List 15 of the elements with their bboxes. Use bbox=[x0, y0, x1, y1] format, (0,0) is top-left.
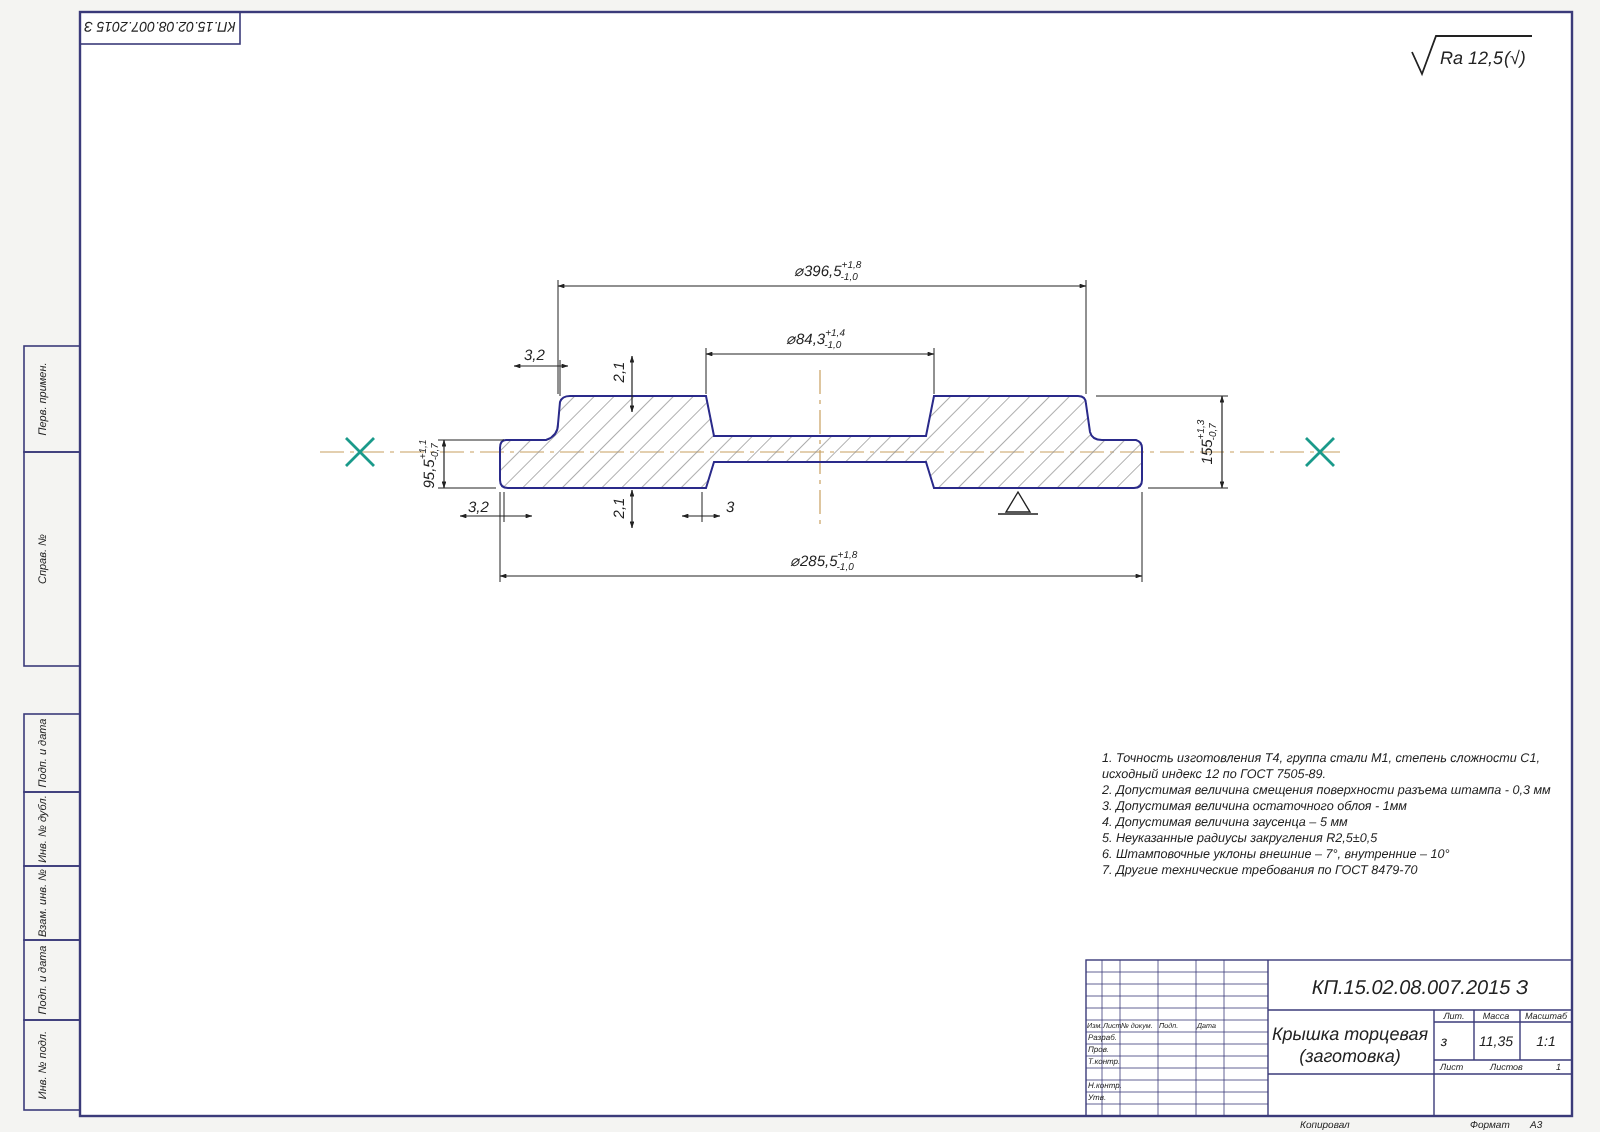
side-strip-cell bbox=[23, 865, 81, 941]
datum-triangle-icon bbox=[997, 491, 1039, 515]
side-strip-cell bbox=[23, 345, 81, 453]
cross-mark-icon bbox=[344, 436, 376, 468]
side-strip-cell bbox=[23, 939, 81, 1021]
drawing-title: Крышка торцевая bbox=[1271, 1024, 1429, 1044]
drawing-subtitle: (заготовка) bbox=[1299, 1046, 1401, 1066]
side-strip-cell bbox=[23, 791, 81, 867]
cross-mark-icon bbox=[1304, 436, 1336, 468]
side-strip-cell bbox=[23, 713, 81, 793]
roughness-label: Ra 12,5 bbox=[1440, 48, 1504, 68]
document-code: КП.15.02.08.007.2015 З bbox=[1311, 978, 1529, 1000]
roughness-sign-icon bbox=[1411, 35, 1533, 77]
side-strip-cell bbox=[23, 1019, 81, 1111]
roughness-note: (√) bbox=[1504, 48, 1526, 68]
